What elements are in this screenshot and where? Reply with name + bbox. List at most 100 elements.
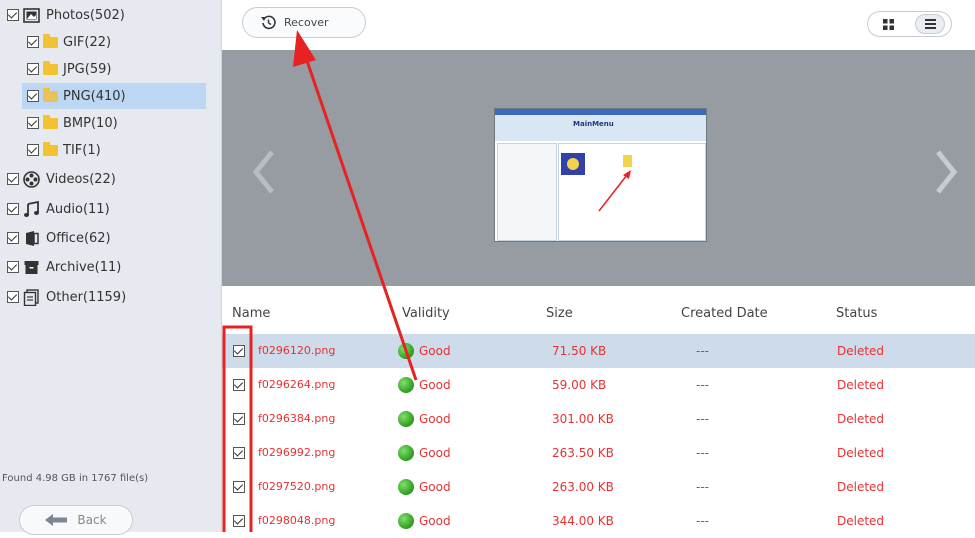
column-header-validity[interactable]: Validity: [402, 306, 450, 321]
validity-text: Good: [419, 480, 451, 494]
created-date: ---: [696, 446, 709, 460]
validity-text: Good: [419, 514, 451, 528]
grid-view-button[interactable]: [874, 14, 904, 34]
row-checkbox[interactable]: [233, 413, 245, 425]
column-header-size[interactable]: Size: [546, 306, 573, 321]
column-header-created-date[interactable]: Created Date: [681, 306, 768, 321]
category-sidebar: Photos(502) GIF(22) JPG(59) PNG(410) BMP…: [0, 0, 222, 535]
thumbnail-arrow-mark: [598, 170, 631, 212]
row-checkbox[interactable]: [233, 345, 245, 357]
photos-icon: [23, 7, 40, 23]
table-row[interactable]: f0296384.png Good 301.00 KB --- Deleted: [222, 402, 975, 436]
file-status: Deleted: [837, 378, 885, 392]
file-name: f0296992.png: [258, 446, 336, 459]
folder-icon: [43, 60, 58, 75]
file-status: Deleted: [837, 514, 885, 528]
file-status: Deleted: [837, 412, 885, 426]
thumbnail-picture: [561, 153, 585, 175]
photos-checkbox[interactable]: [7, 9, 19, 21]
other-files-icon: [23, 288, 39, 306]
found-summary-text: Found 4.98 GB in 1767 file(s): [2, 473, 149, 484]
validity-good-icon: [398, 445, 414, 461]
sidebar-item-videos[interactable]: Videos(22): [0, 166, 222, 192]
created-date: ---: [696, 412, 709, 426]
sidebar-item-photos[interactable]: Photos(502): [0, 2, 222, 28]
thumbnail-brand-text: MainMenu: [573, 120, 614, 128]
file-size: 263.00 KB: [552, 480, 614, 494]
folder-icon: [43, 141, 58, 156]
sidebar-item-other[interactable]: Other(1159): [0, 284, 222, 310]
column-header-name[interactable]: Name: [232, 306, 270, 321]
tif-checkbox[interactable]: [27, 144, 39, 156]
recover-button-label: Recover: [284, 16, 329, 29]
top-toolbar: Recover: [222, 0, 975, 51]
archive-icon: [24, 260, 39, 274]
file-name: f0298048.png: [258, 514, 336, 527]
validity-text: Good: [419, 344, 451, 358]
file-size: 301.00 KB: [552, 412, 614, 426]
preview-pane: MainMenu: [222, 50, 975, 286]
sidebar-item-label: Office(62): [46, 230, 111, 246]
thumbnail-sidebar: [497, 143, 557, 241]
file-size: 344.00 KB: [552, 514, 614, 528]
sidebar-item-archive[interactable]: Archive(11): [0, 254, 222, 280]
gif-checkbox[interactable]: [27, 36, 39, 48]
row-checkbox[interactable]: [233, 481, 245, 493]
sidebar-item-office[interactable]: Office(62): [0, 225, 222, 251]
file-size: 263.50 KB: [552, 446, 614, 460]
office-icon: [26, 230, 39, 246]
file-size: 71.50 KB: [552, 344, 607, 358]
other-checkbox[interactable]: [7, 291, 19, 303]
file-status: Deleted: [837, 344, 885, 358]
table-row[interactable]: f0298048.png Good 344.00 KB --- Deleted: [222, 504, 975, 538]
sidebar-item-label: Archive(11): [46, 259, 122, 275]
restore-clock-icon: [261, 15, 276, 30]
folder-icon: [43, 87, 58, 102]
office-checkbox[interactable]: [7, 232, 19, 244]
sidebar-item-tif[interactable]: TIF(1): [0, 137, 222, 163]
sidebar-item-audio[interactable]: Audio(11): [0, 196, 222, 222]
audio-checkbox[interactable]: [7, 203, 19, 215]
archive-checkbox[interactable]: [7, 261, 19, 273]
chevron-right-icon[interactable]: [934, 150, 958, 194]
sidebar-item-label: Videos(22): [46, 171, 116, 187]
sidebar-item-label: GIF(22): [63, 34, 112, 50]
table-row[interactable]: f0296992.png Good 263.50 KB --- Deleted: [222, 436, 975, 470]
row-checkbox[interactable]: [233, 515, 245, 527]
chevron-left-icon[interactable]: [252, 150, 276, 194]
created-date: ---: [696, 480, 709, 494]
file-name: f0296264.png: [258, 378, 336, 391]
sidebar-item-bmp[interactable]: BMP(10): [0, 110, 222, 136]
file-name: f0296384.png: [258, 412, 336, 425]
sidebar-item-label: Photos(502): [46, 7, 125, 23]
videos-checkbox[interactable]: [7, 173, 19, 185]
sidebar-item-label: TIF(1): [63, 142, 101, 158]
sidebar-item-png[interactable]: PNG(410): [22, 83, 206, 109]
column-header-status[interactable]: Status: [836, 306, 877, 321]
sidebar-item-label: JPG(59): [63, 61, 112, 77]
recover-button[interactable]: Recover: [242, 7, 366, 38]
image-preview-thumbnail: MainMenu: [494, 108, 707, 242]
row-checkbox[interactable]: [233, 379, 245, 391]
thumbnail-doc-icon: [623, 155, 632, 167]
row-checkbox[interactable]: [233, 447, 245, 459]
created-date: ---: [696, 514, 709, 528]
sidebar-item-label: Other(1159): [46, 289, 127, 305]
file-name: f0296120.png: [258, 344, 336, 357]
table-row[interactable]: f0297520.png Good 263.00 KB --- Deleted: [222, 470, 975, 504]
png-checkbox[interactable]: [27, 90, 39, 102]
view-mode-toggle: [867, 11, 952, 37]
file-status: Deleted: [837, 446, 885, 460]
table-row[interactable]: f0296120.png Good 71.50 KB --- Deleted: [222, 334, 975, 368]
list-view-icon: [924, 19, 936, 29]
table-row[interactable]: f0296264.png Good 59.00 KB --- Deleted: [222, 368, 975, 402]
sidebar-item-jpg[interactable]: JPG(59): [0, 56, 222, 82]
bmp-checkbox[interactable]: [27, 117, 39, 129]
sidebar-item-gif[interactable]: GIF(22): [0, 29, 222, 55]
validity-good-icon: [398, 513, 414, 529]
jpg-checkbox[interactable]: [27, 63, 39, 75]
back-button[interactable]: Back: [19, 505, 133, 535]
arrow-left-icon: [45, 514, 68, 526]
list-view-button[interactable]: [915, 14, 946, 34]
validity-good-icon: [398, 343, 414, 359]
